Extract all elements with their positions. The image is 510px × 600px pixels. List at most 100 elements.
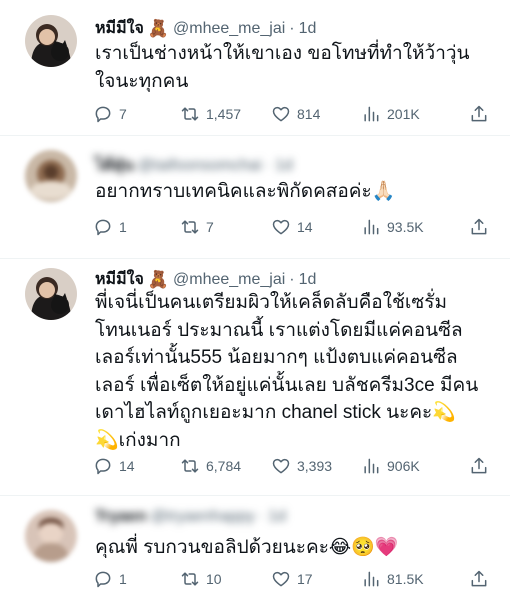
tweet-line: เดาไฮไลท์ถูกเยอะมาก chanel stick นะคะ💫: [95, 402, 456, 423]
separator-dot: ·: [289, 19, 295, 37]
teddy-bear-emoji: 🧸: [147, 18, 169, 38]
retweet-icon: [181, 459, 199, 473]
views-icon: [364, 219, 379, 235]
tweet-text: เราเป็นช่างหน้าให้เขาเอง ขอโทษที่ทำให้ว้…: [95, 40, 495, 95]
handle[interactable]: @mhee_me_jai: [173, 20, 285, 38]
timestamp: 1d: [274, 156, 293, 174]
views-count: 906K: [387, 458, 420, 474]
tweet-line: ใจนะทุกคน: [95, 70, 189, 92]
retweet-count: 1,457: [206, 106, 242, 122]
reply-icon: [95, 106, 111, 123]
views-button[interactable]: 93.5K: [361, 217, 424, 237]
tweet-text: อยากทราบเทคนิคและพิกัดคสอค่ะ🙏🏻: [95, 178, 495, 206]
handle: @taifoonsomchai: [137, 156, 262, 174]
heart-icon: [272, 458, 290, 474]
action-bar: 7 1,457 814 201K: [93, 104, 493, 128]
display-name: ไต้ฝุ่น: [95, 157, 134, 174]
tweet-text: คุณพี่ รบกวนขอลิปด้วยนะคะ😂🥺💗: [95, 534, 495, 562]
retweet-icon: [181, 572, 199, 586]
avatar-photo: [25, 268, 77, 320]
tweet-4[interactable]: Tryaen @tryaenhappy · 1d คุณพี่ รบกวนขอลิป…: [0, 496, 510, 600]
views-icon: [364, 106, 379, 122]
avatar-photo: [25, 150, 77, 202]
share-icon: [471, 218, 487, 235]
display-name[interactable]: หมีมีใจ: [95, 16, 144, 41]
retweet-button[interactable]: 10: [180, 569, 222, 589]
tweet-2[interactable]: ไต้ฝุ่น @taifoonsomchai · 1d อยากทราบเทคนิ…: [0, 136, 510, 258]
avatar-blurred[interactable]: [25, 150, 77, 202]
retweet-icon: [181, 220, 199, 234]
retweet-button[interactable]: 7: [180, 217, 214, 237]
tweet-1[interactable]: หมีมีใจ 🧸 @mhee_me_jai · 1d เราเป็นช่างหน้…: [0, 0, 510, 135]
avatar[interactable]: [25, 15, 77, 67]
views-button[interactable]: 81.5K: [361, 569, 424, 589]
reply-icon: [95, 571, 111, 588]
share-button[interactable]: [469, 217, 489, 237]
action-bar: 1 10 17 81.5K: [93, 569, 493, 593]
reply-count: 14: [119, 458, 135, 474]
blurred-author: Tryaen @tryaenhappy · 1d: [95, 508, 286, 526]
views-button[interactable]: 201K: [361, 104, 420, 124]
tweet-line: โทนเนอร์ ประมาณนี้ เราแต่งโดยมีแค่คอนซีล: [95, 319, 463, 341]
like-button[interactable]: 17: [271, 569, 313, 589]
like-count: 814: [297, 106, 321, 122]
reply-count: 1: [119, 571, 127, 587]
reply-icon: [95, 458, 111, 475]
share-button[interactable]: [469, 456, 489, 476]
reply-button[interactable]: 14: [93, 456, 135, 476]
tweet-line: เลอร์เท่านั้น555 น้อยมากๆ แป้งตบแค่คอนซี…: [95, 347, 458, 368]
blurred-author: ไต้ฝุ่น @taifoonsomchai · 1d: [95, 153, 293, 178]
heart-icon: [272, 219, 290, 235]
separator-dot: ·: [265, 156, 271, 174]
reply-button[interactable]: 1: [93, 569, 127, 589]
retweet-count: 10: [206, 571, 222, 587]
tweet-line: คุณพี่ รบกวนขอลิปด้วยนะคะ😂🥺💗: [95, 537, 399, 558]
timestamp: 1d: [268, 508, 287, 525]
tweet-line: อยากทราบเทคนิคและพิกัดคสอค่ะ🙏🏻: [95, 181, 396, 202]
retweet-button[interactable]: 6,784: [180, 456, 241, 476]
tweet-text: พี่เจนี่เป็นคนเตรียมผิวให้เคล็ดลับคือใช้…: [95, 289, 495, 454]
avatar[interactable]: [25, 268, 77, 320]
like-button[interactable]: 814: [271, 104, 320, 124]
like-count: 14: [297, 219, 313, 235]
like-button[interactable]: 3,393: [271, 456, 332, 476]
share-button[interactable]: [469, 104, 489, 124]
views-button[interactable]: 906K: [361, 456, 420, 476]
views-icon: [364, 458, 379, 474]
heart-icon: [272, 106, 290, 122]
retweet-button[interactable]: 1,457: [180, 104, 241, 124]
reply-count: 7: [119, 106, 127, 122]
views-icon: [364, 571, 379, 587]
tweet-line: 💫เก่งมาก: [95, 429, 181, 451]
reply-icon: [95, 219, 111, 236]
share-icon: [471, 570, 487, 587]
reply-button[interactable]: 1: [93, 217, 127, 237]
separator-dot: ·: [258, 508, 265, 525]
action-bar: 14 6,784 3,393 906K: [93, 456, 493, 480]
timestamp[interactable]: 1d: [299, 20, 317, 38]
avatar-blurred[interactable]: [25, 510, 77, 562]
handle[interactable]: @mhee_me_jai: [173, 271, 285, 289]
share-button[interactable]: [469, 569, 489, 589]
like-count: 17: [297, 571, 313, 587]
views-count: 201K: [387, 106, 420, 122]
tweet-line: เลอร์ เพื่อเซ็ตให้อยู่แค่นั้นเลย บลัชครี…: [95, 374, 479, 396]
retweet-icon: [181, 107, 199, 121]
share-icon: [471, 457, 487, 474]
action-bar: 1 7 14 93.5K: [93, 217, 493, 241]
share-icon: [471, 105, 487, 122]
display-name: Tryaen: [95, 508, 147, 525]
tweet-line: เราเป็นช่างหน้าให้เขาเอง ขอโทษที่ทำให้ว้…: [95, 43, 470, 64]
reply-button[interactable]: 7: [93, 104, 127, 124]
like-count: 3,393: [297, 458, 333, 474]
like-button[interactable]: 14: [271, 217, 313, 237]
retweet-count: 7: [206, 219, 214, 235]
handle: @tryaenhappy: [150, 508, 255, 525]
heart-icon: [272, 571, 290, 587]
tweet-3[interactable]: หมีมีใจ 🧸 @mhee_me_jai · 1d พี่เจนี่เป็นคน…: [0, 259, 510, 495]
separator-dot: ·: [289, 270, 295, 288]
views-count: 93.5K: [387, 219, 424, 235]
teddy-bear-emoji: 🧸: [147, 269, 169, 289]
timestamp[interactable]: 1d: [299, 271, 317, 289]
reply-count: 1: [119, 219, 127, 235]
